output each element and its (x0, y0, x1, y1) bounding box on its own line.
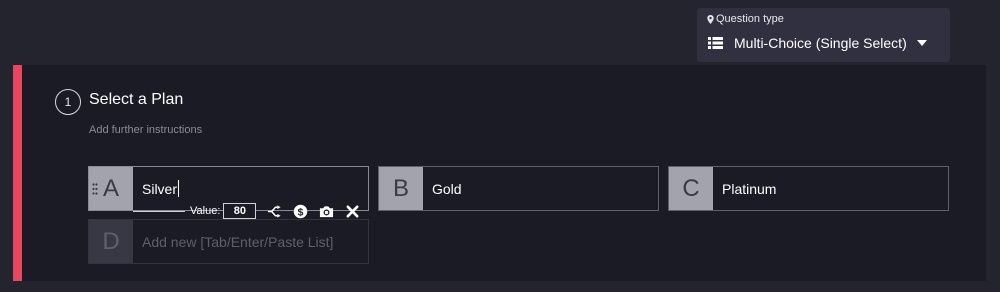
option-text: Platinum (722, 180, 777, 197)
option-b[interactable]: B Gold (378, 166, 659, 211)
option-text: Gold (432, 180, 462, 197)
add-new-option[interactable]: D Add new [Tab/Enter/Paste List] (88, 219, 369, 264)
option-letter: A (102, 174, 119, 202)
dollar-icon: $ (293, 204, 308, 218)
instructions-field[interactable]: Add further instructions (89, 124, 202, 136)
toolbar-divider (133, 210, 185, 212)
question-title[interactable]: Select a Plan (89, 91, 183, 109)
card-accent-bar (13, 65, 22, 281)
option-c[interactable]: C Platinum (668, 166, 949, 211)
close-icon (346, 205, 359, 217)
add-new-placeholder: Add new [Tab/Enter/Paste List] (142, 233, 334, 250)
add-new-option-input[interactable]: Add new [Tab/Enter/Paste List] (133, 220, 368, 263)
remove-option-button[interactable] (344, 203, 360, 219)
option-c-input[interactable]: Platinum (713, 167, 948, 210)
question-number: 1 (55, 89, 81, 115)
option-text: Silver (142, 180, 178, 197)
question-type-value: Multi-Choice (Single Select) (734, 35, 907, 51)
option-letter: D (102, 227, 120, 255)
chevron-down-icon (916, 40, 927, 46)
option-b-input[interactable]: Gold (423, 167, 658, 210)
option-b-letter-box: B (379, 167, 423, 210)
svg-text:$: $ (298, 207, 304, 218)
option-d-letter-box: D (89, 220, 133, 263)
text-cursor (178, 180, 180, 197)
camera-icon (319, 205, 333, 217)
option-letter: B (392, 174, 409, 202)
branch-icon (267, 204, 281, 218)
option-letter: C (682, 174, 700, 202)
map-pin-icon (707, 14, 714, 24)
drag-handle-icon[interactable] (92, 183, 98, 195)
branch-button[interactable] (266, 203, 282, 219)
question-type-label-row: Question type (707, 13, 784, 25)
price-button[interactable]: $ (292, 203, 308, 219)
option-toolbar: Value: $ (133, 202, 360, 220)
option-c-letter-box: C (669, 167, 713, 210)
value-label: Value: (190, 205, 221, 217)
image-button[interactable] (318, 203, 334, 219)
list-icon (708, 37, 723, 49)
question-type-label: Question type (716, 13, 784, 25)
value-input[interactable] (223, 203, 257, 219)
option-a-letter-box: A (89, 167, 133, 210)
question-type-dropdown[interactable]: Multi-Choice (Single Select) (708, 34, 932, 52)
question-type-selector[interactable]: Question type Multi-Choice (Single Selec… (697, 8, 950, 62)
